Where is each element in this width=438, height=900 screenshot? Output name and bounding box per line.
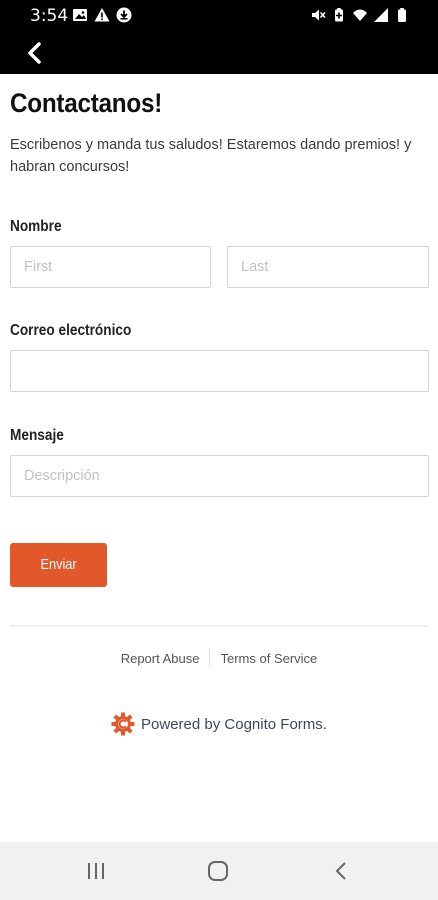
home-button[interactable]: [203, 856, 233, 886]
status-right-icons: [310, 7, 410, 23]
submit-button-label: Enviar: [40, 557, 77, 573]
form-description: Escribenos y manda tus saludos! Estaremo…: [10, 137, 412, 175]
recents-icon: [88, 863, 104, 879]
download-icon: [116, 7, 132, 23]
first-name-input[interactable]: [10, 246, 211, 288]
status-time: 3:54: [30, 6, 69, 26]
app-bar: [0, 32, 438, 74]
report-abuse-link[interactable]: Report Abuse: [111, 651, 210, 666]
last-name-input[interactable]: [227, 246, 429, 288]
home-icon: [208, 861, 228, 881]
battery-icon: [398, 8, 406, 22]
powered-by-cognito[interactable]: Powered by Cognito Forms.: [10, 712, 428, 736]
nav-back-button[interactable]: [326, 856, 356, 886]
system-nav-bar: [0, 842, 438, 900]
footer-divider: [10, 625, 428, 627]
cognito-cog-icon: [111, 712, 135, 736]
message-input[interactable]: [10, 455, 429, 497]
chevron-left-icon: [28, 42, 41, 64]
mute-icon: [312, 9, 326, 21]
warning-icon: [94, 8, 110, 22]
wifi-icon: [353, 9, 367, 21]
email-label: Correo electrónico: [10, 322, 132, 339]
recents-button[interactable]: [81, 856, 111, 886]
status-bar: 3:54: [0, 0, 438, 32]
back-button[interactable]: [20, 39, 50, 67]
battery-saver-icon: [335, 8, 343, 22]
page-title: Contactanos!: [10, 88, 163, 118]
back-icon: [335, 862, 346, 880]
signal-icon: [374, 8, 388, 22]
email-input[interactable]: [10, 350, 429, 392]
submit-button[interactable]: Enviar: [10, 543, 107, 587]
name-label: Nombre: [10, 218, 62, 235]
powered-by-text: Powered by Cognito Forms.: [141, 715, 327, 733]
image-icon: [73, 9, 87, 21]
status-left-icons: [72, 7, 132, 23]
terms-of-service-link[interactable]: Terms of Service: [210, 651, 327, 666]
footer-links: Report Abuse Terms of Service: [10, 649, 428, 667]
message-label: Mensaje: [10, 427, 64, 444]
